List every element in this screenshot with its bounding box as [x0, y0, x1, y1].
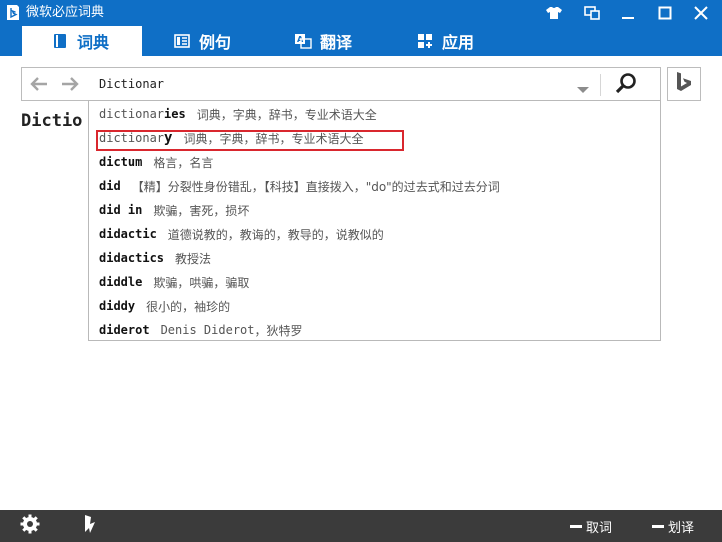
maximize-icon: [658, 6, 672, 20]
suggestion-definition: 欺骗，害死，损坏: [153, 203, 250, 218]
suggestion-word: did in: [99, 203, 143, 217]
suggestion-item[interactable]: did 【精】分裂性身份错乱，【科技】直接拨入，"do"的过去式和过去分词: [89, 174, 660, 198]
tab-translate[interactable]: A 翻译: [294, 26, 394, 56]
tab-dictionary[interactable]: 词典: [22, 26, 142, 56]
suggestion-word: dictionaries: [99, 107, 186, 121]
suggestion-definition: 词典，字典，辞书，专业术语大全: [196, 107, 377, 122]
tab-label: 例句: [199, 33, 232, 52]
entry-word: Dictio: [21, 111, 83, 131]
highlight-annotation-box: [96, 130, 404, 151]
book-icon: [51, 32, 69, 50]
bing-logo-icon: [675, 71, 693, 97]
close-button[interactable]: [684, 0, 718, 26]
arrow-right-icon: [61, 76, 79, 95]
search-divider: [600, 74, 601, 96]
suggestion-word: diddle: [99, 275, 143, 289]
search-button[interactable]: [612, 71, 640, 99]
bing-dictionary-app-icon: [6, 4, 20, 21]
forward-button[interactable]: [59, 74, 81, 96]
suggestion-item[interactable]: did in 欺骗，害死，损坏: [89, 198, 660, 222]
translate-icon: A: [294, 32, 312, 50]
suggestion-definition: 道德说教的，教诲的，教导的，说教似的: [167, 227, 384, 242]
tab-apps[interactable]: 应用: [416, 26, 516, 56]
search-bar: [21, 67, 661, 101]
apps-icon: [416, 32, 434, 50]
suggestion-word: diddy: [99, 299, 136, 313]
minimize-icon: [621, 6, 635, 20]
bottom-bar: 取词 划译: [0, 510, 722, 542]
suggestion-definition: 格言，名言: [153, 155, 214, 170]
suggestion-word: didactic: [99, 227, 157, 241]
minimize-button[interactable]: [611, 0, 645, 26]
mini-mode-button[interactable]: [575, 0, 609, 26]
search-icon: [615, 72, 637, 98]
suggestion-definition: 【精】分裂性身份错乱，【科技】直接拨入，"do"的过去式和过去分词: [131, 179, 500, 194]
skin-button[interactable]: [537, 0, 571, 26]
dropdown-arrow-icon[interactable]: [576, 80, 590, 93]
suggestion-item[interactable]: didactics 教授法: [89, 246, 660, 270]
close-icon: [694, 6, 708, 20]
window-title: 微软必应词典: [26, 5, 105, 20]
word-capture-label: 取词: [586, 520, 613, 536]
settings-button[interactable]: [20, 514, 40, 538]
suggestion-definition: 教授法: [175, 251, 212, 266]
suggestion-definition: 欺骗，哄骗，骗取: [153, 275, 250, 290]
suggestion-definition-english: Denis Diderot: [160, 323, 255, 337]
suggestion-word: did: [99, 179, 121, 193]
gear-icon: [20, 514, 40, 538]
suggestion-item[interactable]: diderot Denis Diderot ，狄特罗: [89, 318, 660, 342]
suggestion-item[interactable]: dictionaries 词典，字典，辞书，专业术语大全: [89, 102, 660, 126]
toggle-off-icon: [570, 524, 582, 528]
word-select-toggle[interactable]: 划译: [652, 510, 694, 542]
back-button[interactable]: [28, 74, 50, 96]
arrow-left-icon: [30, 76, 48, 95]
maximize-button[interactable]: [648, 0, 682, 26]
tab-label: 词典: [77, 33, 110, 52]
suggestion-word: didactics: [99, 251, 165, 265]
suggestion-item[interactable]: diddy 很小的，袖珍的: [89, 294, 660, 318]
suggestion-definition: 很小的，袖珍的: [146, 299, 231, 314]
feedback-button[interactable]: [80, 514, 100, 538]
word-select-label: 划译: [668, 520, 695, 536]
suggestion-word: dictum: [99, 155, 143, 169]
tab-label: 翻译: [320, 33, 353, 52]
suggestion-dropdown: dictionaries 词典，字典，辞书，专业术语大全 dictionary …: [88, 100, 661, 341]
search-input[interactable]: [90, 69, 590, 99]
suggestion-item[interactable]: didactic 道德说教的，教诲的，教导的，说教似的: [89, 222, 660, 246]
suggestion-item[interactable]: diddle 欺骗，哄骗，骗取: [89, 270, 660, 294]
toggle-off-icon: [652, 524, 664, 528]
tab-sentences[interactable]: 例句: [173, 26, 273, 56]
title-bar: 微软必应词典: [0, 0, 722, 26]
bing-button[interactable]: [667, 67, 701, 101]
tshirt-icon: [545, 6, 563, 20]
sentences-icon: [173, 32, 191, 50]
feedback-icon: [81, 514, 99, 538]
tab-label: 应用: [442, 33, 475, 52]
suggestion-item[interactable]: dictum 格言，名言: [89, 150, 660, 174]
suggestion-word: diderot: [99, 323, 150, 337]
mini-window-icon: [584, 6, 600, 20]
tab-bar: 词典 例句 A 翻译 应用: [0, 26, 722, 56]
suggestion-definition: ，狄特罗: [254, 323, 303, 338]
word-capture-toggle[interactable]: 取词: [570, 510, 612, 542]
